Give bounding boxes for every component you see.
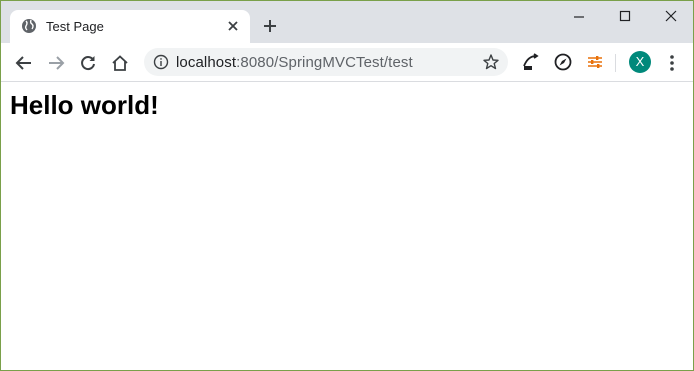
reload-icon[interactable] xyxy=(78,53,98,73)
tab-title: Test Page xyxy=(46,19,104,34)
maximize-icon[interactable] xyxy=(615,7,635,27)
url-host: localhost xyxy=(176,54,237,71)
more-menu-icon[interactable] xyxy=(665,53,679,73)
close-window-icon[interactable] xyxy=(661,7,681,27)
address-bar[interactable]: localhost:8080/SpringMVCTest/test xyxy=(144,48,508,76)
sliders-extension-icon[interactable] xyxy=(585,52,605,72)
globe-icon xyxy=(21,18,37,34)
tab-strip: Test Page xyxy=(1,1,693,43)
minimize-icon[interactable] xyxy=(569,7,589,27)
page-content: Hello world! xyxy=(1,82,693,370)
toolbar-separator xyxy=(615,54,616,72)
compass-extension-icon[interactable] xyxy=(553,52,573,72)
back-arrow-icon[interactable] xyxy=(14,53,34,73)
profile-avatar[interactable]: X xyxy=(629,51,651,73)
url-path: :8080/SpringMVCTest/test xyxy=(236,54,413,71)
new-tab-icon[interactable] xyxy=(261,17,279,35)
bookmark-star-icon[interactable] xyxy=(482,53,500,71)
info-icon[interactable] xyxy=(153,54,169,70)
home-icon[interactable] xyxy=(110,53,130,73)
tab-test-page[interactable]: Test Page xyxy=(10,10,250,43)
url-text: localhost:8080/SpringMVCTest/test xyxy=(176,54,413,71)
browser-window: Test Page localhost:8080/SpringMVCTest/t… xyxy=(0,0,694,371)
page-heading: Hello world! xyxy=(10,90,159,120)
forward-arrow-icon[interactable] xyxy=(46,53,66,73)
translate-extension-icon[interactable] xyxy=(521,52,541,72)
close-tab-icon[interactable] xyxy=(225,18,241,34)
browser-toolbar: localhost:8080/SpringMVCTest/test X xyxy=(1,43,693,82)
